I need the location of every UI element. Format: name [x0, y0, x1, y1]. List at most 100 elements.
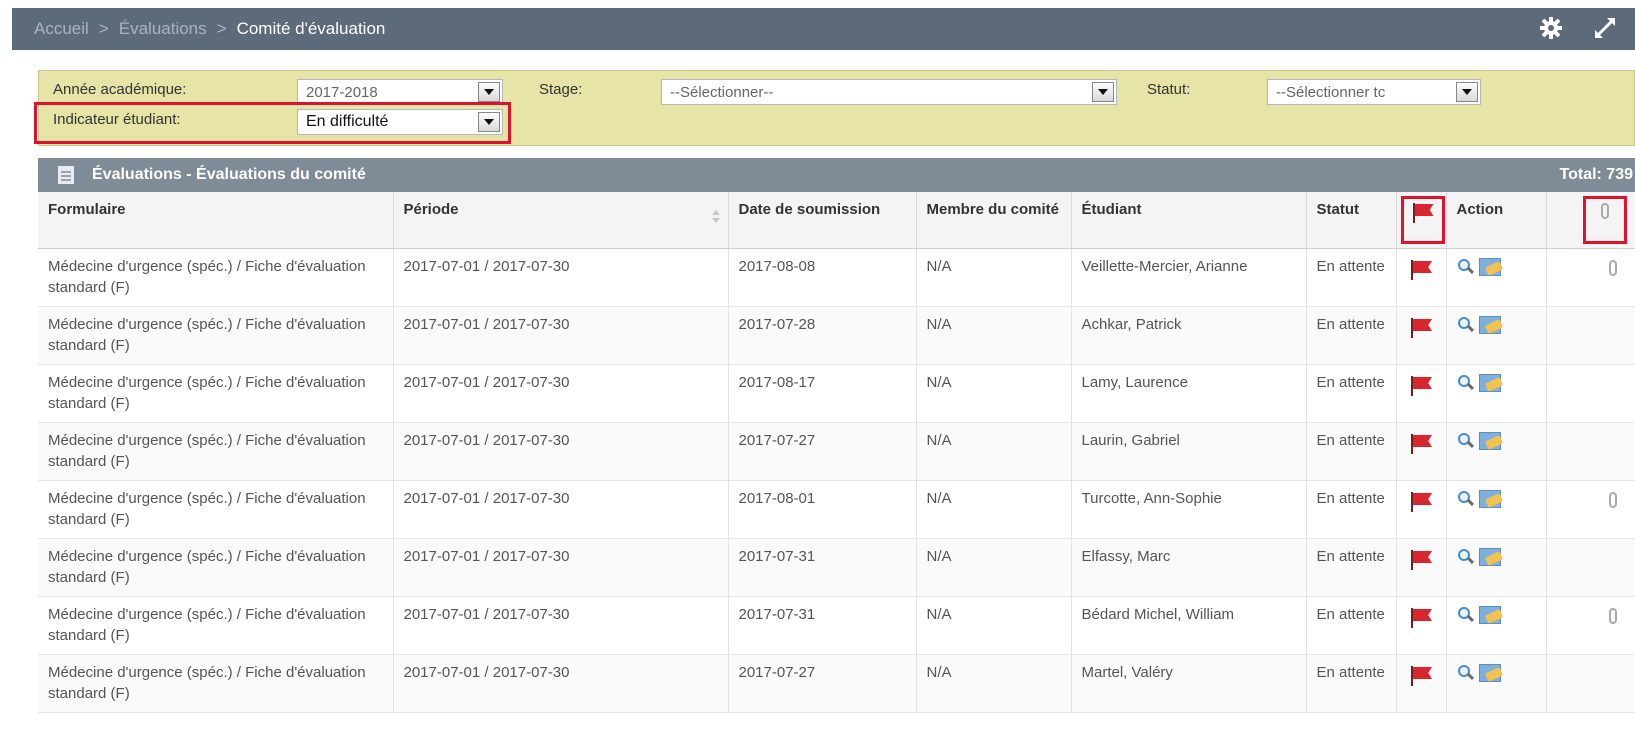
column-header-period[interactable]: Période	[393, 192, 729, 249]
view-magnifier-icon[interactable]	[1457, 432, 1475, 450]
cell-student: Bédard Michel, William	[1071, 596, 1307, 655]
cell-action	[1446, 596, 1547, 655]
chevron-down-icon[interactable]	[478, 82, 500, 102]
paperclip-icon	[1600, 203, 1609, 219]
edit-note-icon[interactable]	[1478, 258, 1501, 276]
cell-flag	[1396, 538, 1447, 597]
cell-student: Achkar, Patrick	[1071, 306, 1307, 365]
flag-icon[interactable]	[1409, 376, 1433, 398]
column-header-committee-member[interactable]: Membre du comité	[916, 192, 1072, 249]
edit-note-icon[interactable]	[1478, 664, 1501, 682]
view-magnifier-icon[interactable]	[1457, 606, 1475, 624]
cell-action	[1446, 364, 1547, 423]
paperclip-icon[interactable]	[1608, 608, 1617, 624]
total-count: Total: 739	[1559, 166, 1634, 183]
edit-note-icon[interactable]	[1478, 606, 1501, 624]
flag-icon[interactable]	[1409, 666, 1433, 688]
stage-value: --Sélectionner--	[670, 83, 774, 101]
cell-submission-date: 2017-08-08	[728, 248, 917, 307]
flag-icon[interactable]	[1409, 434, 1433, 456]
cell-status: En attente	[1306, 596, 1397, 655]
cell-attachment	[1546, 306, 1635, 365]
view-magnifier-icon[interactable]	[1457, 548, 1475, 566]
column-header-submission-date[interactable]: Date de soumission	[728, 192, 917, 249]
table-row[interactable]: Médecine d'urgence (spéc.) / Fiche d'éva…	[38, 538, 1635, 597]
edit-note-icon[interactable]	[1478, 374, 1501, 392]
column-header-period-label: Période	[403, 201, 459, 218]
cell-action	[1446, 422, 1547, 481]
flag-icon[interactable]	[1409, 550, 1433, 572]
cell-form: Médecine d'urgence (spéc.) / Fiche d'éva…	[38, 364, 394, 423]
cell-form: Médecine d'urgence (spéc.) / Fiche d'éva…	[38, 306, 394, 365]
flag-icon[interactable]	[1409, 608, 1433, 630]
view-magnifier-icon[interactable]	[1457, 374, 1475, 392]
cell-committee-member: N/A	[916, 654, 1072, 713]
table-row[interactable]: Médecine d'urgence (spéc.) / Fiche d'éva…	[38, 306, 1635, 365]
cell-submission-date: 2017-07-27	[728, 654, 917, 713]
breadcrumb-current: Comité d'évaluation	[236, 19, 386, 38]
cell-attachment	[1546, 422, 1635, 481]
cell-period: 2017-07-01 / 2017-07-30	[393, 306, 729, 365]
edit-note-icon[interactable]	[1478, 548, 1501, 566]
status-value: --Sélectionner tc	[1276, 83, 1386, 101]
stage-select[interactable]: --Sélectionner--	[661, 79, 1117, 105]
cell-committee-member: N/A	[916, 480, 1072, 539]
table-row[interactable]: Médecine d'urgence (spéc.) / Fiche d'éva…	[38, 364, 1635, 423]
cell-form: Médecine d'urgence (spéc.) / Fiche d'éva…	[38, 596, 394, 655]
cell-attachment	[1546, 596, 1635, 655]
breadcrumb-home[interactable]: Accueil	[34, 19, 89, 39]
breadcrumb-evaluations[interactable]: Évaluations	[119, 19, 207, 39]
cell-attachment	[1546, 538, 1635, 597]
view-magnifier-icon[interactable]	[1457, 664, 1475, 682]
column-header-flag[interactable]	[1396, 192, 1447, 249]
view-magnifier-icon[interactable]	[1457, 490, 1475, 508]
cell-submission-date: 2017-07-27	[728, 422, 917, 481]
cell-status: En attente	[1306, 654, 1397, 713]
paperclip-icon[interactable]	[1608, 260, 1617, 276]
cell-period: 2017-07-01 / 2017-07-30	[393, 596, 729, 655]
cell-action	[1446, 306, 1547, 365]
cell-status: En attente	[1306, 422, 1397, 481]
cell-form: Médecine d'urgence (spéc.) / Fiche d'éva…	[38, 538, 394, 597]
column-header-status[interactable]: Statut	[1306, 192, 1397, 249]
view-magnifier-icon[interactable]	[1457, 316, 1475, 334]
cell-period: 2017-07-01 / 2017-07-30	[393, 480, 729, 539]
cell-status: En attente	[1306, 538, 1397, 597]
academic-year-value: 2017-2018	[306, 83, 378, 101]
table-row[interactable]: Médecine d'urgence (spéc.) / Fiche d'éva…	[38, 480, 1635, 539]
paperclip-icon[interactable]	[1608, 492, 1617, 508]
table-row[interactable]: Médecine d'urgence (spéc.) / Fiche d'éva…	[38, 422, 1635, 481]
cell-status: En attente	[1306, 364, 1397, 423]
cell-action	[1446, 538, 1547, 597]
edit-note-icon[interactable]	[1478, 316, 1501, 334]
expand-icon[interactable]	[1593, 16, 1617, 40]
cell-submission-date: 2017-08-01	[728, 480, 917, 539]
column-header-attachment[interactable]	[1546, 192, 1635, 249]
flag-header-highlight	[1400, 196, 1445, 244]
view-magnifier-icon[interactable]	[1457, 258, 1475, 276]
gear-icon[interactable]	[1539, 16, 1563, 40]
status-select[interactable]: --Sélectionner tc	[1267, 79, 1481, 105]
table-row[interactable]: Médecine d'urgence (spéc.) / Fiche d'éva…	[38, 654, 1635, 713]
flag-icon[interactable]	[1409, 492, 1433, 514]
table-row[interactable]: Médecine d'urgence (spéc.) / Fiche d'éva…	[38, 596, 1635, 655]
table-row[interactable]: Médecine d'urgence (spéc.) / Fiche d'éva…	[38, 248, 1635, 307]
edit-note-icon[interactable]	[1478, 432, 1501, 450]
cell-committee-member: N/A	[916, 306, 1072, 365]
cell-flag	[1396, 306, 1447, 365]
column-header-student[interactable]: Étudiant	[1071, 192, 1307, 249]
cell-form: Médecine d'urgence (spéc.) / Fiche d'éva…	[38, 422, 394, 481]
cell-flag	[1396, 654, 1447, 713]
edit-note-icon[interactable]	[1478, 490, 1501, 508]
flag-icon[interactable]	[1409, 318, 1433, 340]
column-header-form[interactable]: Formulaire	[38, 192, 394, 249]
cell-attachment	[1546, 248, 1635, 307]
sort-icon[interactable]	[711, 210, 720, 224]
chevron-down-icon[interactable]	[1092, 82, 1114, 102]
document-icon	[58, 166, 74, 184]
flag-icon[interactable]	[1409, 260, 1433, 282]
chevron-down-icon[interactable]	[1456, 82, 1478, 102]
cell-flag	[1396, 480, 1447, 539]
cell-submission-date: 2017-07-31	[728, 538, 917, 597]
cell-period: 2017-07-01 / 2017-07-30	[393, 248, 729, 307]
